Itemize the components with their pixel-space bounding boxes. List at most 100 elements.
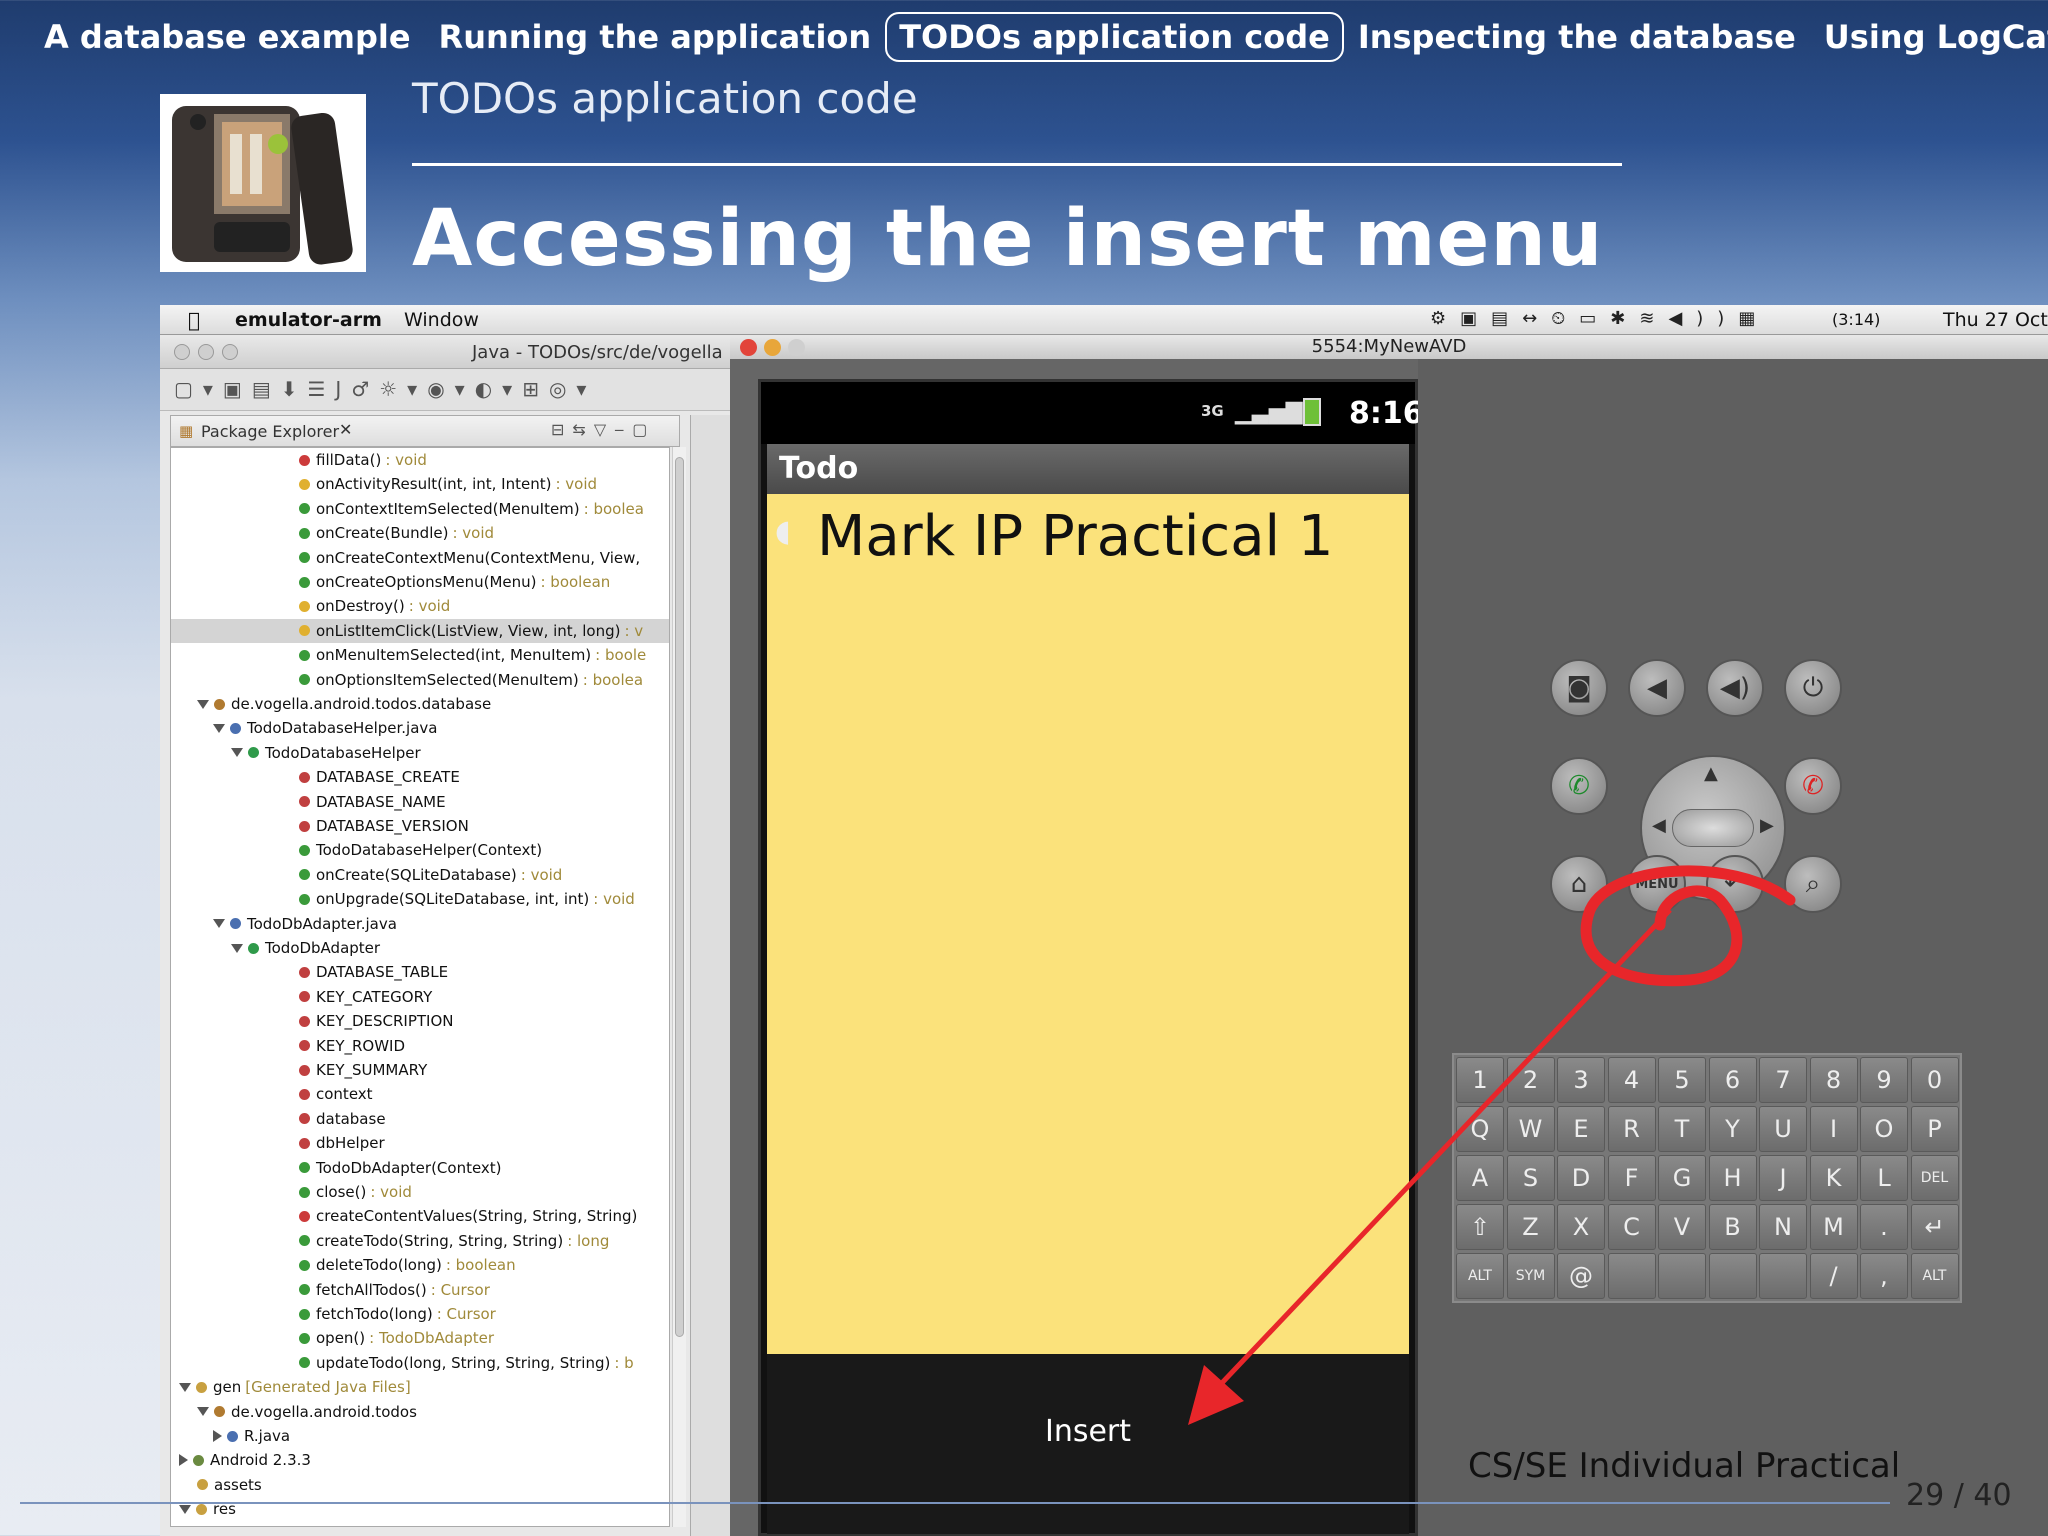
menu-clock[interactable]: Thu 27 Oct xyxy=(1943,309,2048,331)
member-icon xyxy=(227,1430,238,1442)
apple-icon[interactable]:  xyxy=(188,308,200,332)
tree-row-type: : Cursor xyxy=(430,1280,490,1299)
tree-row[interactable]: fillData(): void xyxy=(171,448,669,472)
member-icon xyxy=(299,844,310,856)
tree-row-type: : v xyxy=(624,621,644,640)
nav-item[interactable]: Running the application xyxy=(425,12,886,62)
tree-row[interactable]: open(): TodoDbAdapter xyxy=(171,1326,669,1350)
member-icon xyxy=(299,600,310,612)
tree-row[interactable]: KEY_DESCRIPTION xyxy=(171,1009,669,1033)
member-icon xyxy=(299,674,310,686)
view-menu-icons[interactable]: ⊟⇆▽‒▢ xyxy=(551,420,655,439)
tree-row[interactable]: onMenuItemSelected(int, MenuItem): boole xyxy=(171,643,669,667)
nav-item[interactable]: Inspecting the database xyxy=(1344,12,1810,62)
tree-row[interactable]: onCreate(SQLiteDatabase): void xyxy=(171,863,669,887)
tree-row-label: close() xyxy=(316,1183,367,1201)
minimize-icon[interactable] xyxy=(198,344,214,360)
tree-row[interactable]: DATABASE_TABLE xyxy=(171,960,669,984)
annotation-arrow-line xyxy=(1218,908,1672,1387)
expand-down-icon[interactable] xyxy=(179,1382,191,1392)
tree-row-label: fillData() xyxy=(316,451,382,469)
tree-row[interactable]: R.java xyxy=(171,1424,669,1448)
package-explorer-header: ▦ Package Explorer ✕ ⊟⇆▽‒▢ xyxy=(170,415,680,447)
member-icon xyxy=(299,1332,310,1344)
tree-row[interactable]: TodoDatabaseHelper(Context) xyxy=(171,838,669,862)
tree-row[interactable]: dbHelper xyxy=(171,1131,669,1155)
emulator-window: 5554:MyNewAVD 3G ▁▃▅▇ 8:16 Todo ◖ Mark I… xyxy=(730,335,2048,1536)
tree-row-type: : void xyxy=(452,524,495,543)
tree-row[interactable]: onCreateContextMenu(ContextMenu, View, xyxy=(171,546,669,570)
tray-icons[interactable]: ⚙▣▤↔⏲▭✱≋◀))▦ xyxy=(1430,308,1769,329)
nav-item[interactable]: A database example xyxy=(30,12,425,62)
tree-row[interactable]: gen [Generated Java Files] xyxy=(171,1375,669,1399)
tree-row[interactable]: createTodo(String, String, String): long xyxy=(171,1229,669,1253)
tree-row[interactable]: onOptionsItemSelected(MenuItem): boolea xyxy=(171,668,669,692)
expand-right-icon[interactable] xyxy=(179,1454,188,1467)
tree-row[interactable]: deleteTodo(long): boolean xyxy=(171,1253,669,1277)
tree-row[interactable]: de.vogella.android.todos xyxy=(171,1400,669,1424)
member-icon xyxy=(197,1479,208,1491)
nav-item[interactable]: Using LogCat xyxy=(1810,12,2048,62)
toolbar-icons[interactable]: ▢▾▣▤⬇☰J♂☼▾◉▾◐▾⊞◎▾ xyxy=(174,377,596,401)
tree-row[interactable]: DATABASE_VERSION xyxy=(171,814,669,838)
tree-row[interactable]: onUpgrade(SQLiteDatabase, int, int): voi… xyxy=(171,887,669,911)
tree-row[interactable]: TodoDatabaseHelper.java xyxy=(171,716,669,740)
nav-item[interactable]: TODOs application code xyxy=(885,12,1344,62)
expand-down-icon[interactable] xyxy=(213,723,225,733)
tree-row[interactable]: res xyxy=(171,1497,669,1521)
tree-row[interactable]: onContextItemSelected(MenuItem): boolea xyxy=(171,497,669,521)
tree-row[interactable]: Android 2.3.3 xyxy=(171,1448,669,1472)
tree-row[interactable]: TodoDatabaseHelper xyxy=(171,741,669,765)
tree-row-label: Android 2.3.3 xyxy=(210,1451,311,1470)
tree-row[interactable]: TodoDbAdapter.java xyxy=(171,912,669,936)
tree-row[interactable]: assets xyxy=(171,1473,669,1497)
expand-down-icon[interactable] xyxy=(231,748,243,758)
menu-window[interactable]: Window xyxy=(404,309,479,331)
tree-row[interactable]: DATABASE_CREATE xyxy=(171,765,669,789)
tree-row[interactable]: TodoDbAdapter xyxy=(171,936,669,960)
expand-down-icon[interactable] xyxy=(231,943,243,953)
expand-down-icon[interactable] xyxy=(197,1407,209,1417)
expand-down-icon[interactable] xyxy=(179,1504,191,1514)
tree-row-label: DATABASE_VERSION xyxy=(316,817,469,835)
tree-row-label: fetchTodo(long) xyxy=(316,1305,433,1323)
zoom-icon[interactable] xyxy=(222,344,238,360)
member-icon xyxy=(299,527,310,539)
tree-row[interactable]: DATABASE_NAME xyxy=(171,790,669,814)
tree-row[interactable]: createContentValues(String, String, Stri… xyxy=(171,1204,669,1228)
tree-row-label: de.vogella.android.todos xyxy=(231,1402,417,1421)
tree-row[interactable]: onCreate(Bundle): void xyxy=(171,521,669,545)
close-tab-icon[interactable]: ✕ xyxy=(339,420,352,439)
scrollbar-thumb[interactable] xyxy=(675,457,684,1337)
tree-row[interactable]: close(): void xyxy=(171,1180,669,1204)
tree-row[interactable]: onListItemClick(ListView, View, int, lon… xyxy=(171,618,669,643)
tree-row-label: dbHelper xyxy=(316,1134,385,1153)
battery-readout[interactable]: (3:14) xyxy=(1832,310,1880,329)
expand-right-icon[interactable] xyxy=(213,1430,222,1442)
tree-row[interactable]: database xyxy=(171,1107,669,1131)
tree-scrollbar[interactable] xyxy=(672,447,686,1527)
eclipse-title-bar: Java - TODOs/src/de/vogella xyxy=(160,335,730,369)
member-icon xyxy=(196,1381,207,1393)
expand-down-icon[interactable] xyxy=(197,699,209,709)
tree-row[interactable]: context xyxy=(171,1082,669,1106)
annotation-overlay xyxy=(1188,865,1796,1425)
tree-row[interactable]: onDestroy(): void xyxy=(171,594,669,618)
tree-row[interactable]: onActivityResult(int, int, Intent): void xyxy=(171,472,669,496)
tree-row[interactable]: de.vogella.android.todos.database xyxy=(171,692,669,716)
tree-row[interactable]: updateTodo(long, String, String, String)… xyxy=(171,1351,669,1375)
close-icon[interactable] xyxy=(174,344,190,360)
expand-down-icon[interactable] xyxy=(213,919,225,929)
tree-row[interactable]: KEY_SUMMARY xyxy=(171,1058,669,1082)
tree-row[interactable]: fetchAllTodos(): Cursor xyxy=(171,1278,669,1302)
member-icon xyxy=(299,1235,310,1247)
tree-row[interactable]: KEY_ROWID xyxy=(171,1034,669,1058)
tree-row[interactable]: KEY_CATEGORY xyxy=(171,985,669,1009)
package-explorer-tab[interactable]: Package Explorer xyxy=(201,422,339,441)
tree-row[interactable]: TodoDbAdapter(Context) xyxy=(171,1156,669,1180)
tree-row[interactable]: fetchTodo(long): Cursor xyxy=(171,1302,669,1326)
tree-row[interactable]: onCreateOptionsMenu(Menu): boolean xyxy=(171,570,669,594)
tree-row-label: DATABASE_NAME xyxy=(316,792,446,811)
menu-app-name[interactable]: emulator-arm xyxy=(235,309,382,331)
tree-row-label: DATABASE_TABLE xyxy=(316,963,449,982)
